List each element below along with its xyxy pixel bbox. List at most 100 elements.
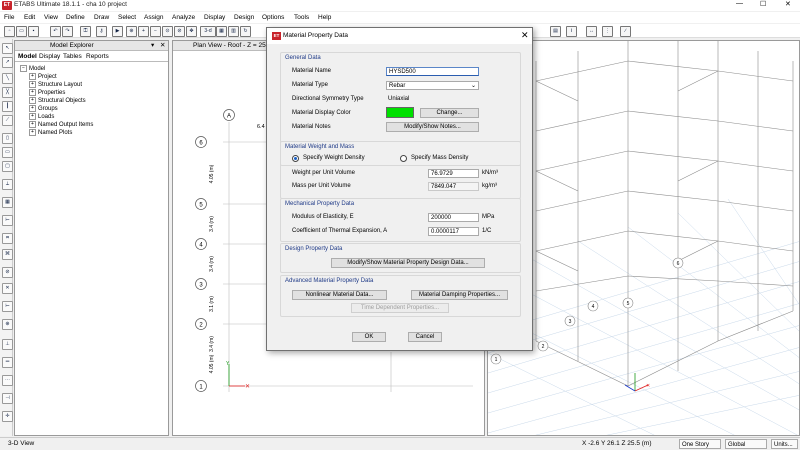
expand-icon[interactable]: + <box>29 113 36 120</box>
zoom-window-icon[interactable]: ⊕ <box>126 26 137 37</box>
save-icon[interactable]: ▪ <box>28 26 39 37</box>
pin-icon[interactable]: ▾ <box>151 41 154 49</box>
story-select[interactable]: One Story <box>679 439 721 449</box>
tab-display[interactable]: Display <box>39 53 60 60</box>
display-options-icon[interactable]: ▤ <box>550 26 561 37</box>
zoom-fit-icon[interactable]: ⊙ <box>162 26 173 37</box>
menu-analyze[interactable]: Analyze <box>172 14 195 21</box>
nonlinear-data-button[interactable]: Nonlinear Material Data... <box>292 290 387 300</box>
lock-icon[interactable]: ⚿ <box>80 26 91 37</box>
section-icon[interactable]: Ⅰ <box>566 26 577 37</box>
clear-selection-icon[interactable]: ⊘ <box>2 267 13 278</box>
draw-grid-icon[interactable]: ▦ <box>2 197 13 208</box>
minimize-button[interactable]: — <box>736 0 743 7</box>
weight-per-volume-field[interactable]: 76.9729 <box>428 169 479 178</box>
menu-draw[interactable]: Draw <box>94 14 109 21</box>
pointer-icon[interactable]: ↖ <box>2 43 13 54</box>
pan-icon[interactable]: ✥ <box>186 26 197 37</box>
snap-lines-icon[interactable]: ═ <box>2 357 13 368</box>
draw-link-icon[interactable]: ⟂ <box>2 179 13 190</box>
menu-design[interactable]: Design <box>234 14 254 21</box>
tree-item-structural-objects[interactable]: + Structural Objects <box>29 97 86 104</box>
weight-density-radio[interactable] <box>292 155 299 162</box>
snap-toggle-icon[interactable]: ✛ <box>2 411 13 422</box>
material-type-select[interactable]: Rebar ⌄ <box>386 81 479 90</box>
expand-icon[interactable]: + <box>29 97 36 104</box>
tree-item-project[interactable]: + Project <box>29 73 57 80</box>
draw-opening-icon[interactable]: ▢ <box>2 161 13 172</box>
expand-icon[interactable]: + <box>29 105 36 112</box>
ok-button[interactable]: OK <box>352 332 386 342</box>
draw-beam-icon[interactable]: ╳ <box>2 87 13 98</box>
tree-item-named-plots[interactable]: + Named Plots <box>29 129 72 136</box>
snap-fine-grid-icon[interactable]: ⋯ <box>2 375 13 386</box>
3d-view-window[interactable]: 1 2 3 4 5 6 ✕ <box>487 40 800 436</box>
tree-item-loads[interactable]: + Loads <box>29 113 54 120</box>
menu-edit[interactable]: Edit <box>24 14 35 21</box>
draw-brace-icon[interactable]: ⟋ <box>2 115 13 126</box>
tab-model[interactable]: Model <box>18 53 37 60</box>
select-all-icon[interactable]: ⌗ <box>2 233 13 244</box>
mass-density-radio[interactable] <box>400 155 407 162</box>
tree-root[interactable]: − Model <box>20 65 45 72</box>
snap-perpendicular-icon[interactable]: ⊥ <box>2 339 13 350</box>
run-analysis-icon[interactable]: ▶ <box>112 26 123 37</box>
cancel-button[interactable]: Cancel <box>408 332 442 342</box>
draw-dimension-icon[interactable]: ⊢ <box>2 215 13 226</box>
close-window-button[interactable]: ✕ <box>785 0 791 8</box>
zoom-in-icon[interactable]: + <box>138 26 149 37</box>
menu-file[interactable]: File <box>4 14 14 21</box>
measure-icon[interactable]: ↔ <box>586 26 597 37</box>
thermal-expansion-field[interactable]: 0.0000117 <box>428 227 479 236</box>
new-model-icon[interactable]: ▫ <box>4 26 15 37</box>
menu-help[interactable]: Help <box>318 14 331 21</box>
menu-display[interactable]: Display <box>204 14 225 21</box>
close-panel-icon[interactable]: ✕ <box>160 41 165 49</box>
menu-define[interactable]: Define <box>66 14 85 21</box>
menu-options[interactable]: Options <box>262 14 284 21</box>
tree-item-structure-layout[interactable]: + Structure Layout <box>29 81 82 88</box>
menu-select[interactable]: Select <box>118 14 136 21</box>
menu-assign[interactable]: Assign <box>144 14 164 21</box>
tree-item-properties[interactable]: + Properties <box>29 89 65 96</box>
zoom-previous-icon[interactable]: ⊘ <box>174 26 185 37</box>
open-icon[interactable]: ▭ <box>16 26 27 37</box>
menu-tools[interactable]: Tools <box>294 14 309 21</box>
plan-view-icon[interactable]: ▦ <box>216 26 227 37</box>
draw-wall-icon[interactable]: ▯ <box>2 133 13 144</box>
snap-points-icon[interactable]: ✕ <box>2 283 13 294</box>
expand-icon[interactable]: + <box>29 81 36 88</box>
change-color-button[interactable]: Change... <box>420 108 479 118</box>
expand-icon[interactable]: + <box>29 121 36 128</box>
damping-properties-button[interactable]: Material Damping Properties... <box>411 290 508 300</box>
redo-icon[interactable]: ↷ <box>62 26 73 37</box>
draw-column-icon[interactable]: ┃ <box>2 101 13 112</box>
grid-lines-icon[interactable]: ⋮ <box>602 26 613 37</box>
snap-intersections-icon[interactable]: ⊕ <box>2 319 13 330</box>
design-data-button[interactable]: Modify/Show Material Property Design Dat… <box>331 258 485 268</box>
expand-icon[interactable]: + <box>29 73 36 80</box>
tree-item-groups[interactable]: + Groups <box>29 105 58 112</box>
draw-slab-icon[interactable]: ▭ <box>2 147 13 158</box>
snap-ends-icon[interactable]: ⊢ <box>2 301 13 312</box>
tab-reports[interactable]: Reports <box>86 53 109 60</box>
reshape-icon[interactable]: ↗ <box>2 57 13 68</box>
select-previous-icon[interactable]: ⌘ <box>2 249 13 260</box>
dialog-close-button[interactable]: ✕ <box>521 30 529 41</box>
coordinate-system-select[interactable]: Global <box>725 439 767 449</box>
draw-frame-icon[interactable]: ╲ <box>2 73 13 84</box>
view-3d-button[interactable]: 3-d <box>200 26 216 37</box>
expand-icon[interactable]: + <box>29 89 36 96</box>
zoom-out-icon[interactable]: − <box>150 26 161 37</box>
maximize-button[interactable]: ☐ <box>760 0 766 8</box>
modulus-field[interactable]: 200000 <box>428 213 479 222</box>
collapse-icon[interactable]: − <box>20 65 27 72</box>
units-button[interactable]: Units... <box>771 439 798 449</box>
draw-line-icon[interactable]: ∕ <box>620 26 631 37</box>
unlock-icon[interactable]: ⚷ <box>96 26 107 37</box>
tab-tables[interactable]: Tables <box>63 53 82 60</box>
material-name-field[interactable]: HYSD500 <box>386 67 479 76</box>
expand-icon[interactable]: + <box>29 129 36 136</box>
tree-item-named-output-items[interactable]: + Named Output Items <box>29 121 93 128</box>
menu-view[interactable]: View <box>44 14 58 21</box>
